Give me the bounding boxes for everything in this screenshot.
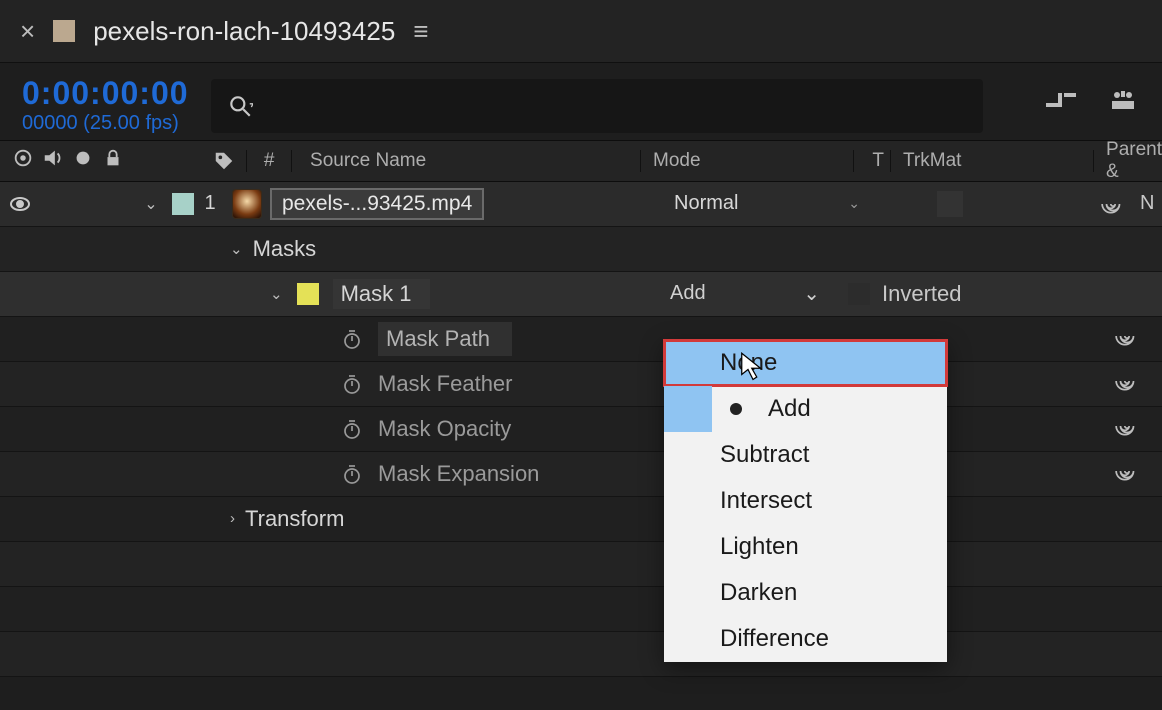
mask-feather-row[interactable]: Mask Feather (0, 362, 1162, 407)
layer-twirl[interactable]: ⌄ (138, 194, 164, 214)
parent-value[interactable]: N (1140, 192, 1154, 215)
inverted-checkbox[interactable] (848, 283, 870, 305)
stopwatch-icon[interactable] (340, 372, 364, 396)
layer-thumbnail (232, 189, 262, 219)
timeline-panel: × pexels-ron-lach-10493425 ≡ 0:00:00:00 … (0, 0, 1162, 710)
mask-expansion-label: Mask Expansion (378, 461, 539, 487)
video-visibility-toggle[interactable] (0, 192, 40, 216)
mask-feather-label: Mask Feather (378, 371, 513, 397)
mask1-color[interactable] (297, 283, 319, 305)
mask-mode-option-add[interactable]: Add (712, 386, 947, 432)
preserve-transparency-header[interactable]: T (854, 150, 891, 172)
stopwatch-icon[interactable] (340, 327, 364, 351)
mask1-twirl[interactable]: ⌄ (270, 285, 283, 303)
empty-row (0, 542, 1162, 587)
mode-column-header[interactable]: Mode (641, 150, 854, 172)
close-tab-button[interactable]: × (20, 16, 35, 47)
layer-color-label[interactable] (172, 193, 194, 215)
stopwatch-icon[interactable] (340, 417, 364, 441)
layer-name[interactable]: pexels-...93425.mp4 (270, 188, 484, 220)
masks-group-label: Masks (253, 236, 317, 262)
expression-pickwhip-icon[interactable] (1114, 377, 1140, 399)
mask1-row[interactable]: ⌄ Mask 1 Add⌄ Inverted (0, 272, 1162, 317)
mask-opacity-label: Mask Opacity (378, 416, 511, 442)
lock-column-icon[interactable] (102, 147, 124, 175)
solo-column-icon[interactable] (72, 147, 94, 175)
layer-index: 1 (194, 192, 226, 215)
comp-color-chip (53, 20, 75, 42)
source-name-header[interactable]: Source Name (292, 150, 641, 172)
expression-pickwhip-icon[interactable] (1114, 332, 1140, 354)
mask-mode-option-difference[interactable]: Difference (664, 616, 947, 662)
search-field[interactable] (211, 79, 983, 133)
column-headers: # Source Name Mode T TrkMat Parent & (0, 140, 1162, 182)
mask-mode-dropdown[interactable]: Add⌄ (670, 281, 834, 306)
label-column-icon[interactable] (202, 150, 246, 172)
layer-blend-mode-dropdown[interactable]: Normal⌄ (660, 192, 874, 215)
mask-path-row[interactable]: Mask Path (0, 317, 1162, 362)
render-graph-icon[interactable] (1106, 85, 1140, 121)
panel-menu-button[interactable]: ≡ (413, 16, 428, 47)
expression-pickwhip-icon[interactable] (1114, 422, 1140, 444)
composition-title[interactable]: pexels-ron-lach-10493425 (93, 16, 395, 47)
transform-group-row[interactable]: › Transform (0, 497, 1162, 542)
parent-column-header[interactable]: Parent & (1094, 139, 1162, 183)
video-column-icon[interactable] (12, 147, 34, 175)
frame-fps-readout: 00000 (25.00 fps) (22, 113, 189, 134)
trkmat-column-header[interactable]: TrkMat (891, 150, 1094, 172)
mask-mode-option-intersect[interactable]: Intersect (664, 478, 947, 524)
transform-label: Transform (245, 506, 344, 532)
panel-titlebar: × pexels-ron-lach-10493425 ≡ (0, 0, 1162, 63)
current-timecode[interactable]: 0:00:00:00 (22, 77, 189, 111)
inverted-label: Inverted (882, 281, 962, 307)
empty-row (0, 587, 1162, 632)
mask-mode-menu[interactable]: None Add Subtract Intersect Lighten Dark… (664, 340, 947, 662)
mask-mode-option-none[interactable]: None (664, 340, 947, 386)
mask-mode-option-subtract[interactable]: Subtract (664, 432, 947, 478)
search-icon (227, 93, 253, 119)
trkmat-swatch[interactable] (937, 191, 963, 217)
expression-pickwhip-icon[interactable] (1114, 467, 1140, 489)
transform-twirl[interactable]: › (230, 510, 235, 527)
mask-opacity-row[interactable]: Mask Opacity (0, 407, 1162, 452)
mask-path-label: Mask Path (378, 322, 512, 356)
masks-group-row[interactable]: ⌄ Masks (0, 227, 1162, 272)
shy-toggle-icon[interactable] (1044, 85, 1078, 121)
layer-row[interactable]: ⌄ 1 pexels-...93425.mp4 Normal⌄ N (0, 182, 1162, 227)
mask-expansion-row[interactable]: Mask Expansion (0, 452, 1162, 497)
masks-twirl[interactable]: ⌄ (230, 240, 243, 258)
empty-row (0, 632, 1162, 677)
index-column-header[interactable]: # (246, 150, 292, 172)
parent-pickwhip-icon[interactable] (1100, 191, 1126, 217)
audio-column-icon[interactable] (42, 147, 64, 175)
mask-mode-option-lighten[interactable]: Lighten (664, 524, 947, 570)
mask-mode-option-darken[interactable]: Darken (664, 570, 947, 616)
time-search-row: 0:00:00:00 00000 (25.00 fps) (0, 63, 1162, 140)
stopwatch-icon[interactable] (340, 462, 364, 486)
mask1-name[interactable]: Mask 1 (333, 279, 430, 309)
current-mode-dot-icon (730, 403, 742, 415)
